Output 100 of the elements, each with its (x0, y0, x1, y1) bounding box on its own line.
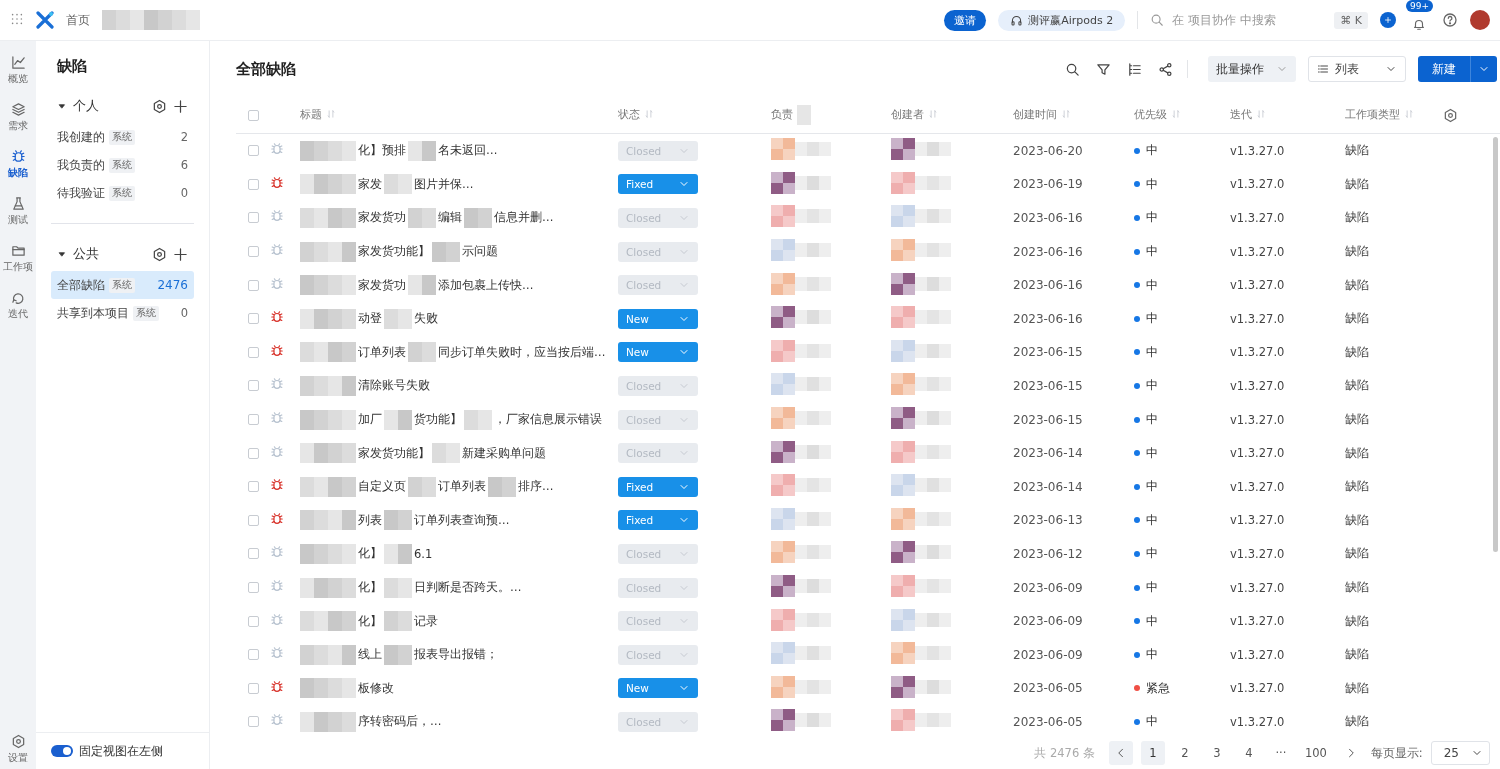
column-header[interactable]: 迭代 (1230, 108, 1252, 122)
row-checkbox[interactable] (248, 682, 259, 694)
row-checkbox[interactable] (248, 313, 259, 325)
column-header[interactable]: 优先级 (1134, 108, 1167, 122)
issue-title[interactable]: 订单列表 (358, 344, 406, 360)
row-checkbox[interactable] (248, 380, 259, 392)
row-checkbox[interactable] (248, 178, 259, 190)
column-header[interactable]: 创建时间 (1013, 108, 1057, 122)
issue-title[interactable]: 订单列表查询预… (414, 512, 510, 528)
column-header[interactable]: 工作项类型 (1345, 108, 1400, 122)
nav-item[interactable]: 设置 (8, 734, 28, 765)
row-checkbox[interactable] (248, 212, 259, 224)
batch-dropdown[interactable]: 批量操作 (1208, 56, 1296, 82)
row-checkbox[interactable] (248, 447, 259, 459)
issue-title[interactable]: 图片并保… (414, 176, 474, 192)
view-item[interactable]: 我创建的 系统 2 (51, 123, 194, 151)
row-checkbox[interactable] (248, 481, 259, 493)
row-checkbox[interactable] (248, 145, 259, 157)
search-field[interactable]: 在 项目协作 中搜索 (1170, 12, 1305, 28)
issue-title[interactable]: 名未返回… (438, 143, 498, 159)
select-all-checkbox[interactable] (248, 109, 259, 121)
view-item[interactable]: 待我验证 系统 0 (51, 179, 194, 207)
row-checkbox[interactable] (248, 279, 259, 291)
issue-title[interactable]: 家发货功能】 (358, 445, 430, 461)
prev-page-button[interactable] (1108, 741, 1133, 765)
page-button[interactable]: 3 (1204, 741, 1229, 765)
nav-item[interactable]: 迭代 (8, 290, 28, 321)
nav-item[interactable]: 需求 (8, 102, 28, 133)
issue-title[interactable]: 订单列表 (438, 479, 486, 495)
nav-item[interactable]: 概览 (8, 55, 28, 86)
issue-title[interactable]: 报表导出报错； (414, 647, 498, 663)
issue-title[interactable]: 动登 (358, 311, 382, 327)
page-button[interactable]: 2 (1172, 741, 1197, 765)
issue-title[interactable]: 家发货功 (358, 210, 406, 226)
breadcrumb-home[interactable]: 首页 (66, 11, 90, 29)
issue-title[interactable]: 排序… (518, 479, 554, 495)
create-menu-button[interactable] (1470, 56, 1497, 82)
issue-title[interactable]: 添加包裹上传快… (438, 277, 534, 293)
create-button[interactable]: 新建 (1418, 56, 1470, 82)
issue-title[interactable]: 自定义页 (358, 479, 406, 495)
promo-chip[interactable]: 测评赢Airpods 2 (998, 9, 1126, 31)
issue-title[interactable]: 日判断是否跨天。… (414, 580, 522, 595)
page-size-select[interactable]: 25 (1430, 741, 1490, 765)
issue-title[interactable]: 化】预排 (358, 143, 406, 159)
issue-title[interactable]: 化】 (358, 580, 382, 595)
issue-title[interactable]: ，厂家信息展示错误 (494, 412, 602, 428)
user-avatar[interactable] (1470, 10, 1490, 30)
issue-title[interactable]: 家发货功 (358, 277, 406, 293)
page-button[interactable]: ··· (1268, 741, 1293, 765)
issue-title[interactable]: 编辑 (438, 210, 462, 226)
issue-title[interactable]: 家发货功能】 (358, 244, 430, 260)
issue-title[interactable]: 新建采购单问题 (462, 445, 546, 461)
column-header[interactable]: 标题 (300, 108, 322, 122)
issue-title[interactable]: 家发 (358, 176, 382, 192)
view-label: 待我验证 (57, 185, 105, 201)
row-checkbox[interactable] (248, 649, 259, 661)
toggle-switch[interactable] (51, 745, 73, 757)
page-button[interactable]: 1 (1140, 741, 1165, 765)
view-item[interactable]: 全部缺陷 系统 2476 (51, 271, 194, 299)
view-dropdown[interactable]: 列表 (1308, 56, 1406, 82)
nav-item[interactable]: 缺陷 (8, 149, 28, 180)
column-header[interactable]: 创建者 (891, 108, 924, 122)
issue-title[interactable]: 序转密码后，… (358, 714, 442, 730)
row-checkbox[interactable] (248, 716, 259, 728)
issue-title[interactable]: 货功能】 (414, 412, 462, 428)
row-checkbox[interactable] (248, 582, 259, 593)
add-button[interactable] (1380, 12, 1396, 28)
issue-title[interactable]: 同步订单失败时，应当按后端… (438, 344, 606, 360)
issue-title[interactable]: 示问题 (462, 244, 498, 260)
nav-item[interactable]: 测试 (8, 196, 28, 227)
blurred-text-block (408, 342, 436, 363)
row-checkbox[interactable] (248, 514, 259, 526)
issue-title[interactable]: 列表 (358, 512, 382, 528)
view-item[interactable]: 共享到本项目 系统 0 (51, 299, 194, 327)
issue-title[interactable]: 清除账号失败 (358, 378, 430, 394)
column-header[interactable]: 状态 (618, 108, 640, 122)
logo-icon[interactable] (36, 11, 54, 29)
row-checkbox[interactable] (248, 615, 259, 627)
issue-title[interactable]: 化】 (358, 546, 382, 562)
issue-title[interactable]: 6.1 (414, 546, 433, 561)
view-item[interactable]: 我负责的 系统 6 (51, 151, 194, 179)
issue-title[interactable]: 记录 (414, 613, 438, 629)
page-button[interactable]: 100 (1300, 741, 1331, 765)
section-title[interactable]: 公共 (73, 246, 99, 263)
column-header[interactable]: 负责 (771, 108, 793, 122)
page-button[interactable]: 4 (1236, 741, 1261, 765)
row-checkbox[interactable] (248, 414, 259, 426)
row-checkbox[interactable] (248, 346, 259, 358)
section-title[interactable]: 个人 (73, 98, 99, 115)
row-checkbox[interactable] (248, 246, 259, 258)
issue-title[interactable]: 线上 (358, 647, 382, 663)
row-checkbox[interactable] (248, 548, 259, 560)
issue-title[interactable]: 失败 (414, 311, 438, 327)
scrollbar[interactable] (1493, 137, 1498, 552)
nav-item[interactable]: 工作项 (3, 243, 33, 274)
issue-title[interactable]: 信息并删… (494, 210, 554, 226)
issue-title[interactable]: 化】 (358, 613, 382, 629)
invite-button[interactable]: 邀请 (944, 9, 987, 31)
issue-title[interactable]: 加厂 (358, 412, 382, 428)
issue-title[interactable]: 板修改 (358, 680, 394, 696)
